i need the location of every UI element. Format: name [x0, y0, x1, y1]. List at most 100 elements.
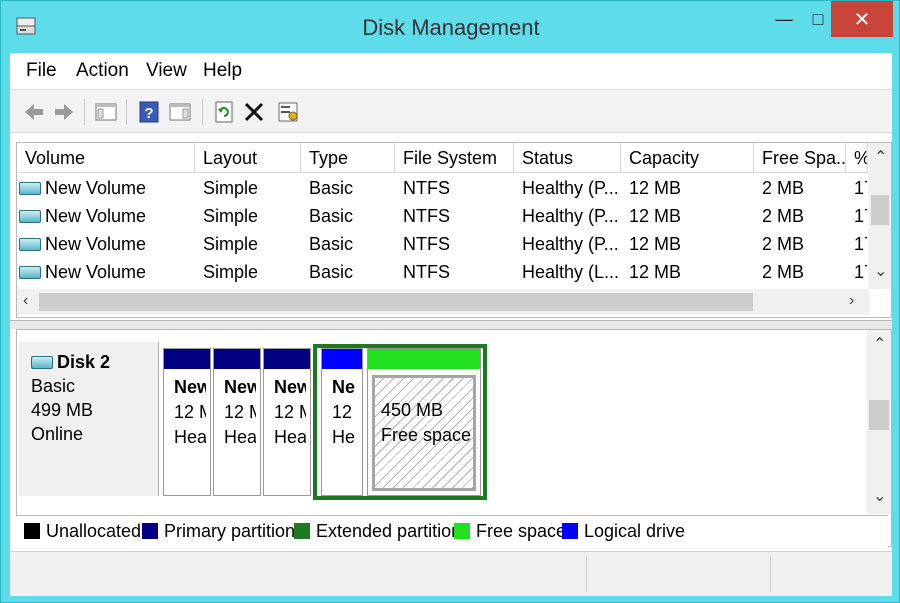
- partition-status: Hea: [224, 427, 256, 447]
- layout-cell: Simple: [203, 206, 259, 226]
- free-space-cell: 2 MB: [762, 178, 805, 198]
- type-cell: Basic: [309, 234, 354, 254]
- status-bar-separator: [770, 556, 771, 592]
- percent-free-cell: 17: [854, 262, 867, 282]
- legend-logical-drive: Logical drive: [562, 521, 685, 542]
- back-arrow-icon[interactable]: [20, 98, 48, 126]
- column-header-percent-free[interactable]: %: [846, 143, 868, 173]
- partition-color-bar: [214, 349, 260, 369]
- free-space-block[interactable]: 450 MB Free space: [367, 348, 481, 496]
- partition-block[interactable]: New 12 MB Hea: [213, 348, 261, 496]
- horizontal-scrollbar[interactable]: ‹ ›: [17, 289, 869, 315]
- status-cell: Healthy (P...: [522, 206, 619, 226]
- legend-label: Extended partition: [316, 521, 462, 541]
- layout-cell: Simple: [203, 178, 259, 198]
- capacity-cell: 12 MB: [629, 206, 682, 226]
- close-button[interactable]: ✕: [831, 1, 893, 37]
- status-bar: [10, 551, 892, 596]
- free-space-cell: 2 MB: [762, 206, 805, 226]
- disk-info-panel[interactable]: Disk 2 Basic 499 MB Online: [19, 342, 159, 496]
- volume-icon: [19, 182, 41, 195]
- scroll-thumb[interactable]: [39, 293, 753, 311]
- capacity-cell: 12 MB: [629, 234, 682, 254]
- help-icon[interactable]: ?: [135, 98, 163, 126]
- column-header-layout[interactable]: Layout: [195, 143, 301, 173]
- column-header-capacity[interactable]: Capacity: [621, 143, 754, 173]
- percent-free-cell: 17: [854, 234, 867, 254]
- client-area: File Action View Help ? Volume Layout Ty…: [10, 53, 892, 596]
- column-header-type[interactable]: Type: [301, 143, 395, 173]
- volume-name: New Volume: [45, 206, 147, 226]
- partition-block[interactable]: New 12 MB Hea: [263, 348, 311, 496]
- capacity-cell: 12 MB: [629, 262, 682, 282]
- legend-unallocated: Unallocated: [24, 521, 141, 542]
- scroll-up-icon[interactable]: ⌃: [874, 147, 887, 167]
- menu-action[interactable]: Action: [72, 60, 133, 82]
- volume-name: New Volume: [45, 234, 147, 254]
- disk-icon: [31, 356, 53, 369]
- scroll-up-icon[interactable]: ⌃: [873, 334, 886, 354]
- forward-arrow-icon[interactable]: [50, 98, 78, 126]
- logical-drive-block[interactable]: Ne 12 He: [321, 348, 363, 496]
- partition-size: 12: [332, 402, 353, 422]
- column-header-status[interactable]: Status: [514, 143, 621, 173]
- partition-size: 12 MB: [224, 402, 256, 422]
- partition-name: New: [174, 377, 206, 397]
- file-system-cell: NTFS: [403, 206, 450, 226]
- percent-free-cell: 17: [854, 206, 867, 226]
- pane-splitter[interactable]: [10, 320, 892, 329]
- legend-free-space: Free space: [454, 521, 566, 542]
- partition-label: New 12 MB Hea: [168, 375, 206, 491]
- table-row[interactable]: New Volume Simple Basic NTFS Healthy (P.…: [17, 175, 867, 203]
- disk-status: Online: [31, 424, 84, 444]
- column-header-volume[interactable]: Volume: [17, 143, 195, 173]
- menu-file[interactable]: File: [22, 60, 61, 82]
- partition-block[interactable]: New 12 MB Hea: [163, 348, 211, 496]
- type-cell: Basic: [309, 262, 354, 282]
- partition-color-bar: [322, 349, 362, 369]
- scroll-right-icon[interactable]: ›: [849, 292, 854, 310]
- title-bar[interactable]: Disk Management — □ ✕: [1, 1, 900, 53]
- partition-color-bar: [264, 349, 310, 369]
- column-header-file-system[interactable]: File System: [395, 143, 514, 173]
- table-row[interactable]: New Volume Simple Basic NTFS Healthy (P.…: [17, 203, 867, 231]
- menu-view[interactable]: View: [142, 60, 191, 82]
- toolbar-separator: [84, 99, 85, 125]
- scroll-thumb[interactable]: [869, 400, 889, 430]
- status-bar-separator: [586, 556, 587, 592]
- partition-status: Hea: [274, 427, 306, 447]
- legend-primary-partition: Primary partition: [142, 521, 295, 542]
- partition-name: New: [224, 377, 256, 397]
- free-space-cell: 2 MB: [762, 262, 805, 282]
- type-cell: Basic: [309, 206, 354, 226]
- partition-status: He: [332, 427, 356, 447]
- properties-icon[interactable]: [274, 98, 302, 126]
- legend-swatch: [294, 523, 310, 539]
- file-system-cell: NTFS: [403, 234, 450, 254]
- partition-label: New 12 MB Hea: [268, 375, 306, 491]
- refresh-icon[interactable]: [210, 98, 238, 126]
- toolbar-separator: [202, 99, 203, 125]
- vertical-scrollbar[interactable]: ⌃ ⌄: [869, 143, 891, 289]
- console-tree-icon[interactable]: [92, 98, 120, 126]
- scroll-down-icon[interactable]: ⌄: [874, 261, 887, 281]
- scroll-thumb[interactable]: [871, 195, 889, 225]
- delete-icon[interactable]: [240, 98, 268, 126]
- menu-help[interactable]: Help: [199, 60, 246, 82]
- legend-swatch: [454, 523, 470, 539]
- partition-color-bar: [164, 349, 210, 369]
- file-system-cell: NTFS: [403, 262, 450, 282]
- volume-name: New Volume: [45, 262, 147, 282]
- table-row[interactable]: New Volume Simple Basic NTFS Healthy (L.…: [17, 259, 867, 287]
- legend-bar: Unallocated Primary partition Extended p…: [16, 515, 888, 547]
- status-cell: Healthy (P...: [522, 234, 619, 254]
- volume-cell: New Volume: [19, 178, 191, 199]
- scroll-left-icon[interactable]: ‹: [23, 292, 28, 310]
- column-header-free-space[interactable]: Free Spa...: [754, 143, 846, 173]
- legend-label: Free space: [476, 521, 567, 541]
- layout-cell: Simple: [203, 262, 259, 282]
- vertical-scrollbar[interactable]: ⌃ ⌄: [867, 330, 891, 514]
- table-row[interactable]: New Volume Simple Basic NTFS Healthy (P.…: [17, 231, 867, 259]
- scroll-down-icon[interactable]: ⌄: [873, 486, 886, 506]
- action-pane-icon[interactable]: [166, 98, 194, 126]
